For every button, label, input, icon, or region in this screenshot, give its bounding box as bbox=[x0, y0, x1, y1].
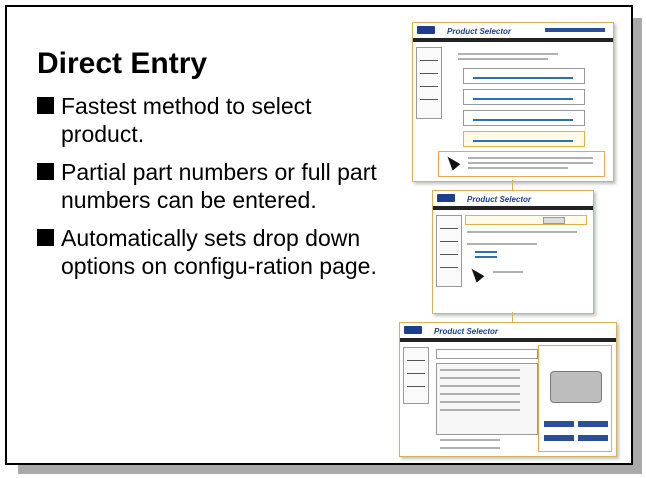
link-line bbox=[475, 256, 497, 258]
input-box bbox=[463, 89, 585, 105]
thumbnail-header-title: Product Selector bbox=[434, 327, 499, 336]
text-line bbox=[458, 58, 548, 60]
product-image-icon bbox=[550, 371, 602, 403]
text-line bbox=[440, 447, 500, 449]
bullet-text: Automatically sets drop down options on … bbox=[61, 225, 377, 279]
action-button bbox=[544, 421, 574, 427]
options-panel bbox=[436, 363, 538, 435]
bullet-square-icon bbox=[37, 97, 54, 114]
bullet-text: Partial part numbers or full part number… bbox=[61, 159, 377, 213]
action-button bbox=[578, 435, 608, 441]
text-line bbox=[458, 53, 558, 55]
text-line bbox=[468, 167, 568, 169]
text-line bbox=[440, 439, 500, 441]
thumbnail-product-selector-3: Product Selector bbox=[399, 322, 617, 457]
field-line bbox=[473, 77, 573, 79]
part-number-field bbox=[436, 349, 538, 359]
thumbnail-header-title: Product Selector bbox=[447, 27, 512, 36]
action-button bbox=[544, 435, 574, 441]
top-bar bbox=[433, 206, 593, 210]
text-line bbox=[468, 162, 593, 164]
left-nav bbox=[416, 47, 442, 119]
connector-line bbox=[512, 312, 513, 322]
go-button bbox=[543, 217, 565, 224]
text-line bbox=[493, 271, 523, 273]
callout-box bbox=[438, 151, 605, 177]
cursor-icon bbox=[467, 265, 485, 283]
bullet-square-icon bbox=[37, 229, 54, 246]
left-nav bbox=[403, 347, 429, 404]
highlight-box bbox=[465, 215, 587, 225]
text-line bbox=[468, 157, 593, 159]
link-line bbox=[475, 251, 497, 253]
text-line bbox=[467, 231, 577, 233]
bullet-item: Partial part numbers or full part number… bbox=[37, 158, 397, 214]
top-bar bbox=[400, 338, 616, 342]
thumbnail-product-selector-2: Product Selector bbox=[432, 190, 594, 314]
progress-bar bbox=[545, 28, 605, 32]
highlight-box bbox=[463, 131, 585, 147]
action-button bbox=[578, 421, 608, 427]
text-line bbox=[440, 385, 520, 387]
bullet-square-icon bbox=[37, 163, 54, 180]
connector-line bbox=[512, 180, 513, 190]
bullet-list: Fastest method to select product. Partia… bbox=[37, 92, 397, 290]
input-box bbox=[463, 110, 585, 126]
text-line bbox=[467, 243, 537, 245]
text-line bbox=[440, 393, 520, 395]
text-line bbox=[440, 409, 520, 411]
left-nav bbox=[436, 215, 462, 287]
field-line bbox=[473, 119, 573, 121]
bullet-text: Fastest method to select product. bbox=[61, 93, 312, 147]
slide: Direct Entry Fastest method to select pr… bbox=[5, 5, 633, 465]
logo-icon bbox=[437, 194, 455, 202]
input-box bbox=[463, 68, 585, 84]
text-line bbox=[440, 377, 520, 379]
field-line bbox=[473, 140, 573, 142]
thumbnail-product-selector-1: Product Selector bbox=[412, 22, 614, 182]
text-line bbox=[440, 369, 520, 371]
thumbnail-header-title: Product Selector bbox=[467, 195, 532, 204]
field-line bbox=[473, 98, 573, 100]
text-line bbox=[440, 401, 520, 403]
logo-icon bbox=[404, 326, 422, 334]
logo-icon bbox=[417, 26, 435, 34]
bullet-item: Automatically sets drop down options on … bbox=[37, 224, 397, 280]
bullet-item: Fastest method to select product. bbox=[37, 92, 397, 148]
top-bar bbox=[413, 38, 613, 42]
slide-title: Direct Entry bbox=[37, 47, 208, 80]
